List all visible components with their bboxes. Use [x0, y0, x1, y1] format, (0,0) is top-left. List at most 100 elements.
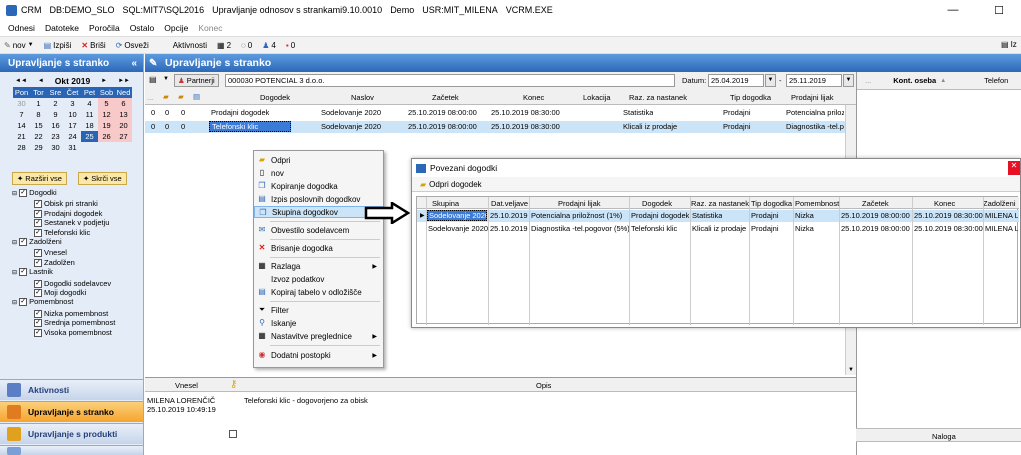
calendar-day[interactable]: 30	[13, 98, 30, 109]
col-dogodek[interactable]: Dogodek	[260, 93, 290, 102]
list-dropdown[interactable]: ▼	[163, 76, 169, 82]
partner-button[interactable]: ♟ Partnerji	[174, 74, 219, 87]
date-to-field[interactable]: 25.11.2019	[786, 74, 842, 87]
calendar-day[interactable]: 29	[30, 142, 47, 153]
collapse-all-button[interactable]: ✦ Skrči vse	[78, 172, 127, 185]
tree-node-telefonski[interactable]: ✓ Telefonski klic	[12, 228, 115, 237]
calendar-day[interactable]: 24	[64, 131, 81, 142]
col-lokacija[interactable]: Lokacija	[583, 93, 611, 102]
col-opis[interactable]: Opis	[536, 381, 551, 390]
col-razlog[interactable]: Raz. za nastanek	[629, 93, 687, 102]
menu-item-izvoz[interactable]: Izvoz podatkov	[254, 273, 383, 285]
col-vnesel[interactable]: Vnesel	[175, 381, 198, 390]
calendar-day[interactable]: 22	[30, 131, 47, 142]
tree-node-moji[interactable]: ✓ Moji dogodki	[12, 288, 115, 298]
calendar-day[interactable]: 9	[47, 109, 64, 120]
nav-upravljanje-stranko[interactable]: Upravljanje s stranko	[0, 401, 143, 422]
menu-konec[interactable]: Konec	[198, 23, 222, 33]
tree-node-visoka[interactable]: ✓ Visoka pomembnost	[12, 328, 115, 337]
tree-node-vnesel[interactable]: ✓ Vnesel	[12, 248, 115, 258]
tree-node-srednja[interactable]: ✓ Srednja pomembnost	[12, 318, 115, 328]
calendar-day[interactable]: 19	[98, 120, 115, 131]
calendar-day[interactable]: 11	[81, 109, 98, 120]
calendar-day[interactable]: 13	[115, 109, 132, 120]
menu-item-nov[interactable]: ▯ nov	[254, 167, 383, 179]
tree-node-sodelavci[interactable]: ✓ Dogodki sodelavcev	[12, 279, 115, 288]
date-to-dropdown[interactable]: ▼	[843, 74, 854, 87]
calendar-prev-month[interactable]: ◄	[38, 78, 44, 84]
menu-item-odpri[interactable]: ▰ Odpri	[254, 154, 383, 166]
calendar-day[interactable]: 28	[13, 142, 30, 153]
calendar-day[interactable]: 20	[115, 120, 132, 131]
menu-item-brisanje[interactable]: ✕ Brisanje dogodka	[254, 242, 383, 254]
activity-count-4[interactable]: ▪ 0	[286, 41, 295, 50]
col-lijak[interactable]: Prodajni lijak	[791, 93, 834, 102]
nav-more[interactable]	[0, 445, 143, 455]
menu-opcije[interactable]: Opcije	[164, 23, 188, 33]
calendar-day[interactable]: 2	[47, 98, 64, 109]
pcol-zacetek[interactable]: Začetek	[862, 199, 889, 208]
calendar-day[interactable]: 10	[64, 109, 81, 120]
calendar-next-month[interactable]: ►	[101, 78, 107, 84]
date-from-dropdown[interactable]: ▼	[765, 74, 776, 87]
linked-event-row[interactable]: Sodelovanje 2020 25.10.2019 Diagnostika …	[417, 223, 1019, 235]
pcol-konec[interactable]: Konec	[934, 199, 955, 208]
activity-count-3[interactable]: ♟ 4	[262, 41, 276, 50]
calendar-day[interactable]: 23	[47, 131, 64, 142]
col-naloga[interactable]: Naloga	[932, 432, 956, 441]
tree-node-zadolzeni[interactable]: ⊟ ✓ Zadolženi	[12, 237, 115, 248]
calendar-next-year[interactable]: ►►	[118, 78, 130, 84]
col-kont-oseba[interactable]: Kont. oseba	[893, 76, 936, 85]
col-naslov[interactable]: Naslov	[351, 93, 374, 102]
pcol-lijak[interactable]: Prodajni lijak	[558, 199, 601, 208]
calendar-day[interactable]: 17	[64, 120, 81, 131]
tree-node-sestanek[interactable]: ✓ Sestanek v podjetju	[12, 218, 115, 228]
menu-item-razlaga[interactable]: ▦ Razlaga ▶	[254, 260, 383, 272]
activity-count-1[interactable]: ▦ 2	[217, 41, 231, 50]
calendar-day[interactable]: 18	[81, 120, 98, 131]
minimize-button[interactable]: —	[938, 0, 968, 20]
tree-node-dogodki[interactable]: ⊟ ✓ Dogodki	[12, 188, 115, 199]
calendar-day[interactable]: 8	[30, 109, 47, 120]
menu-datoteke[interactable]: Datoteke	[45, 23, 79, 33]
calendar-day[interactable]: 12	[98, 109, 115, 120]
tree-node-obisk[interactable]: ✓ Obisk pri stranki	[12, 199, 115, 209]
activity-count-2[interactable]: ◌ 0	[241, 41, 252, 50]
pcol-tip[interactable]: Tip dogodka	[751, 199, 792, 208]
col-konec[interactable]: Konec	[523, 93, 544, 102]
calendar-day[interactable]: 1	[30, 98, 47, 109]
delete-button[interactable]: ✕ Briši	[81, 41, 105, 50]
menu-item-dodatni[interactable]: ◉ Dodatni postopki ▶	[254, 349, 383, 361]
calendar-day-selected[interactable]: 25	[81, 131, 98, 142]
menu-item-obvestilo[interactable]: ✉ Obvestilo sodelavcem	[254, 224, 383, 236]
calendar-day[interactable]: 15	[30, 120, 47, 131]
pcol-skupina[interactable]: Skupina	[432, 199, 459, 208]
tree-node-nizka[interactable]: ✓ Nizka pomembnost	[12, 309, 115, 318]
calendar-day[interactable]: 6	[115, 98, 132, 109]
menu-item-nastavitve[interactable]: ▦ Nastavitve preglednice ▶	[254, 330, 383, 342]
partner-field[interactable]: 000030 POTENCIAL 3 d.o.o.	[225, 74, 675, 87]
expand-all-button[interactable]: ✦ Razširi vse	[12, 172, 67, 185]
nav-aktivnosti[interactable]: Aktivnosti	[0, 379, 143, 400]
calendar-day[interactable]: 5	[98, 98, 115, 109]
pcol-zadolzeni[interactable]: Zadolženi	[983, 199, 1017, 208]
pcol-pomembnost[interactable]: Pomembnost	[795, 199, 839, 208]
tree-node-prodajni[interactable]: ✓ Prodajni dogodek	[12, 209, 115, 218]
open-event-button[interactable]: ▰ Odpri dogodek	[420, 180, 482, 189]
nav-upravljanje-produkti[interactable]: Upravljanje s produkti	[0, 423, 143, 444]
calendar-day[interactable]: 31	[64, 142, 81, 153]
table-row[interactable]: 0 0 0 Prodajni dogodek Sodelovanje 2020 …	[145, 107, 845, 119]
popup-close-button[interactable]: ✕	[1008, 161, 1020, 175]
calendar-day[interactable]: 4	[81, 98, 98, 109]
menu-item-filter[interactable]: ⏷ Filter	[254, 304, 383, 316]
print-button[interactable]: ▤ Izpiši	[44, 41, 72, 50]
col-tip[interactable]: Tip dogodka	[730, 93, 771, 102]
table-row-selected[interactable]: 0 0 0 Telefonski klic Sodelovanje 2020 2…	[145, 121, 845, 133]
calendar-day[interactable]: 27	[115, 131, 132, 142]
menu-item-kopiraj-tabelo[interactable]: ▤ Kopiraj tabelo v odložišče	[254, 286, 383, 298]
menu-item-kopiranje[interactable]: ❐ Kopiranje dogodka	[254, 180, 383, 192]
linked-event-row-selected[interactable]: ▶ Sodelovanje 2020 25.10.2019 Potencialn…	[417, 210, 1019, 222]
col-zacetek[interactable]: Začetek	[432, 93, 459, 102]
note-entry[interactable]: MILENA LORENČIČ 25.10.2019 10:49:19	[147, 396, 216, 414]
calendar-day[interactable]: 21	[13, 131, 30, 142]
